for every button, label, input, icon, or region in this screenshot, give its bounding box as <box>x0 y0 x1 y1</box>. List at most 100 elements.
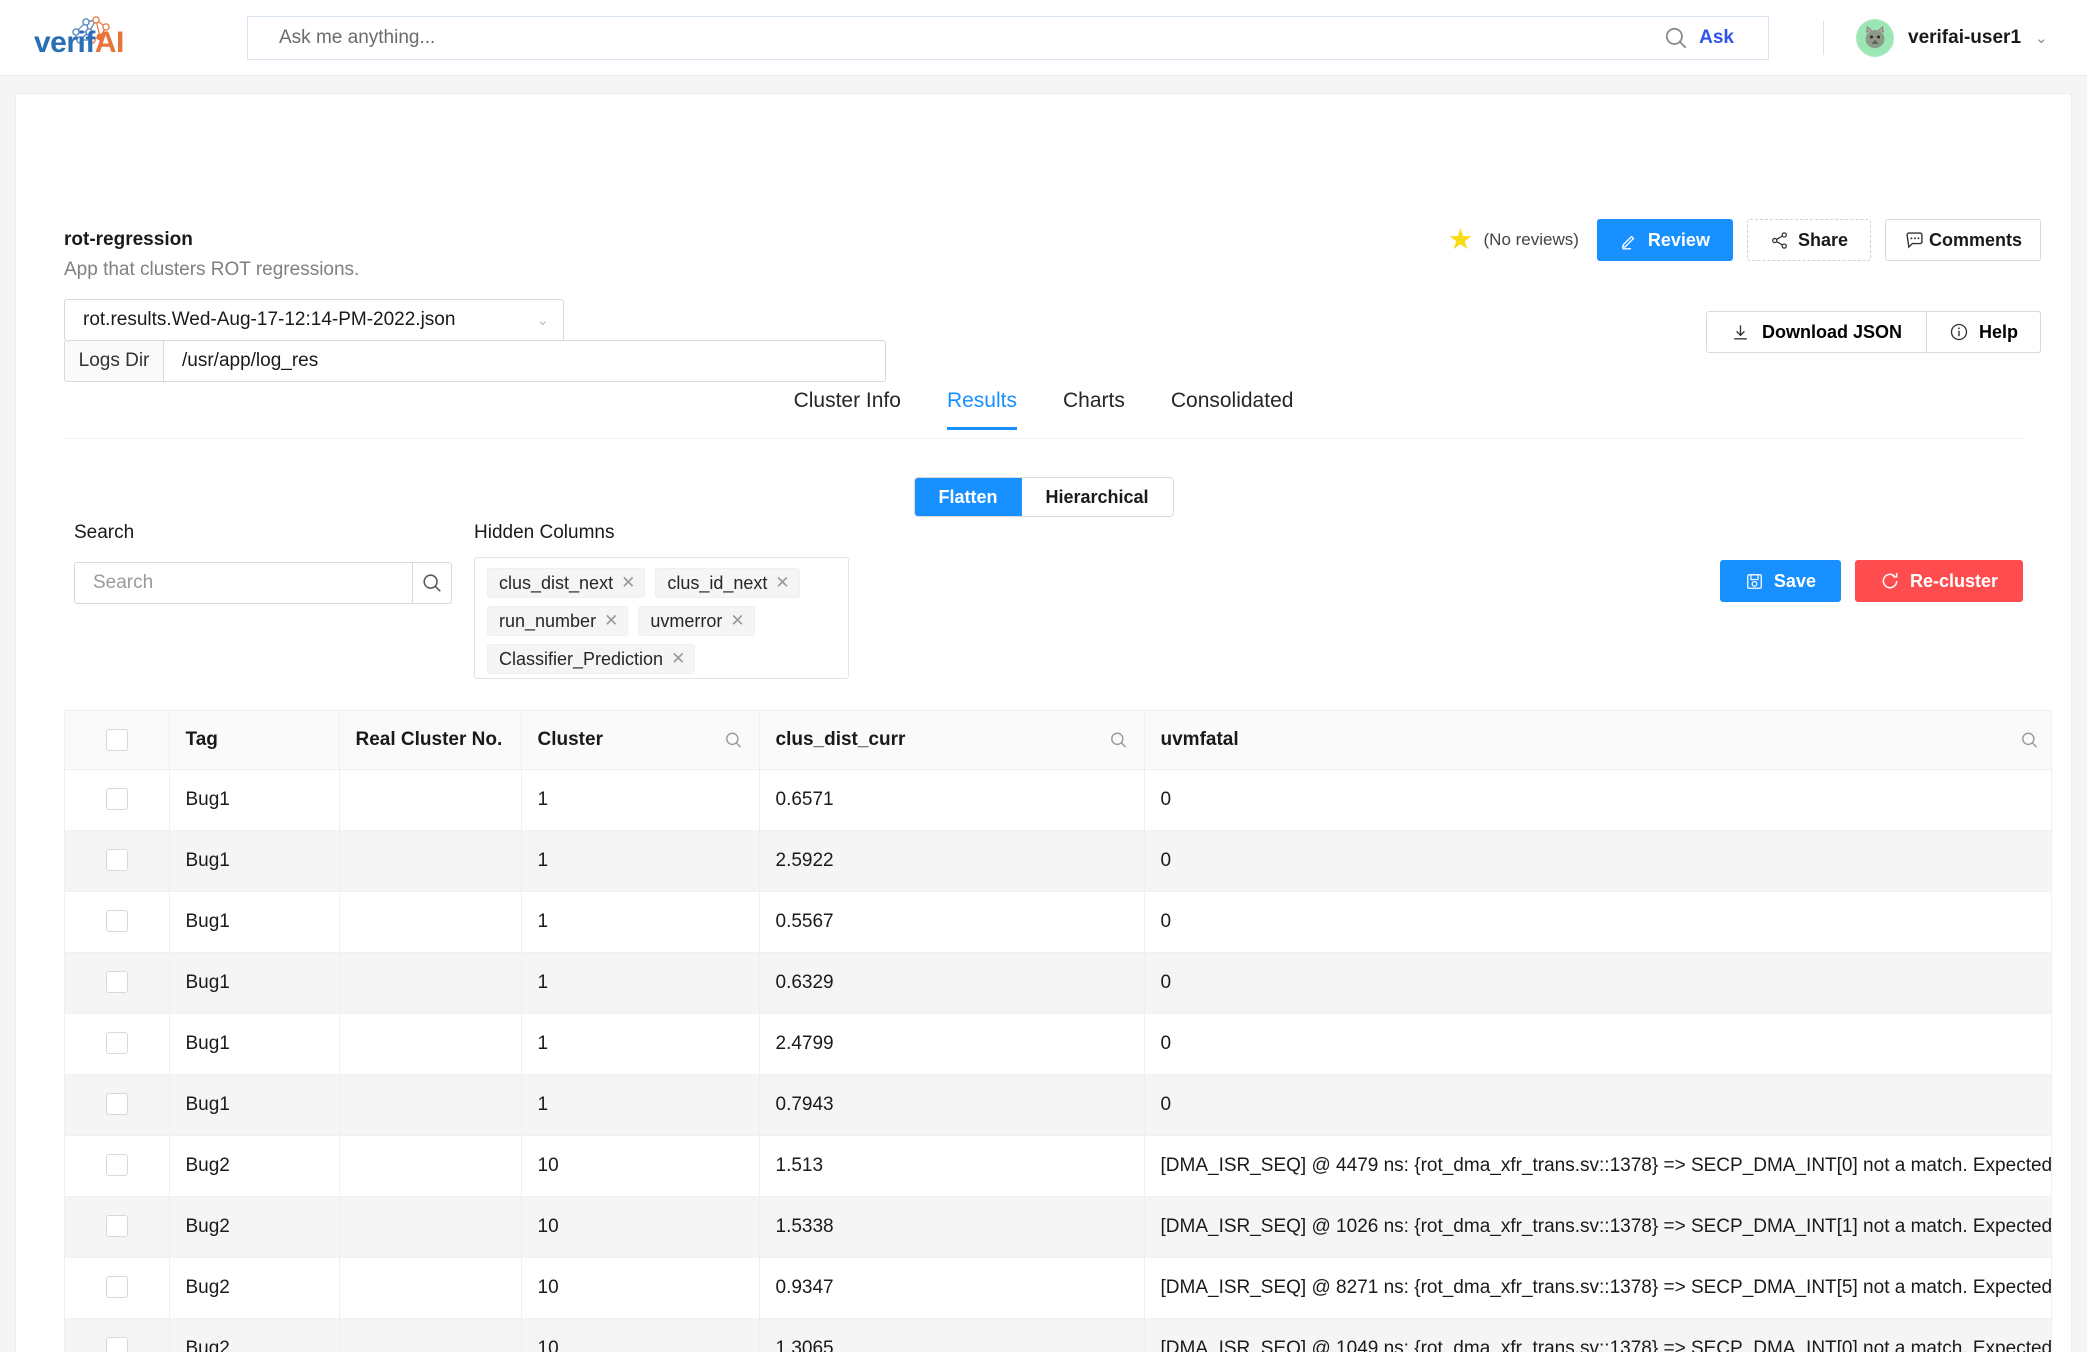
cell-tag: Bug2 <box>169 1196 340 1258</box>
ask-button-label: Ask <box>1699 26 1734 48</box>
column-search-icon[interactable] <box>724 730 743 749</box>
avatar <box>1856 18 1894 57</box>
hidden-column-tag[interactable]: clus_id_next ✕ <box>655 568 800 598</box>
column-header-cluster[interactable]: Cluster <box>521 711 760 770</box>
tab-results[interactable]: Results <box>946 389 1017 430</box>
tab-consolidated[interactable]: Consolidated <box>1171 389 1294 430</box>
hidden-column-tag[interactable]: clus_dist_next ✕ <box>487 568 646 598</box>
row-select-cell <box>65 1318 170 1352</box>
toggle-hierarchical[interactable]: Hierarchical <box>1021 478 1173 516</box>
row-checkbox[interactable] <box>105 971 128 994</box>
ask-button[interactable]: Ask <box>1663 25 1768 51</box>
cell-tag: Bug2 <box>169 1318 340 1352</box>
close-icon[interactable]: ✕ <box>730 611 744 631</box>
column-header-clus-dist-curr[interactable]: clus_dist_curr <box>759 711 1145 770</box>
logo-text-verif: verif <box>34 26 95 59</box>
cell-cluster: 10 <box>521 1196 760 1258</box>
tab-cluster-info[interactable]: Cluster Info <box>794 389 901 430</box>
hidden-columns-tag-list: clus_dist_next ✕ clus_id_next ✕ run_numb… <box>474 557 849 679</box>
results-file-select[interactable]: rot.results.Wed-Aug-17-12:14-PM-2022.jso… <box>64 299 564 341</box>
download-json-button[interactable]: Download JSON <box>1705 311 1927 353</box>
close-icon[interactable]: ✕ <box>604 611 618 631</box>
hidden-column-tag[interactable]: run_number ✕ <box>487 606 629 636</box>
column-header-tag[interactable]: Tag <box>169 711 340 770</box>
search-submit-button[interactable] <box>412 562 452 604</box>
column-header-uvmfatal[interactable]: uvmfatal <box>1144 711 2051 770</box>
row-select-cell <box>65 891 170 953</box>
verifai-logo[interactable]: verifAI <box>34 10 162 66</box>
save-button[interactable]: Save <box>1719 560 1841 602</box>
logs-dir-input[interactable] <box>164 340 886 382</box>
share-button[interactable]: Share <box>1746 219 1871 261</box>
column-header-clus-dist-curr-label: clus_dist_curr <box>775 728 906 750</box>
cat-avatar-icon <box>1858 20 1892 55</box>
column-header-real-cluster-no[interactable]: Real Cluster No. <box>339 711 522 770</box>
row-checkbox[interactable] <box>105 1337 128 1352</box>
tab-charts[interactable]: Charts <box>1063 389 1125 430</box>
results-table: Tag Real Cluster No. Cluster clus_dist_c… <box>65 711 2051 1352</box>
row-checkbox[interactable] <box>105 849 128 872</box>
close-icon[interactable]: ✕ <box>775 573 789 593</box>
table-row[interactable]: Bug1 1 0.6329 0 <box>65 952 2051 1014</box>
cell-uvmfatal: 0 <box>1144 891 2051 953</box>
cell-uvmfatal: 0 <box>1144 952 2051 1014</box>
cell-real <box>339 1257 522 1319</box>
cell-tag: Bug1 <box>169 830 340 892</box>
table-row[interactable]: Bug1 1 0.7943 0 <box>65 1074 2051 1136</box>
cell-uvmfatal: [DMA_ISR_SEQ] @ 8271 ns: {rot_dma_xfr_tr… <box>1144 1257 2051 1319</box>
row-checkbox[interactable] <box>105 910 128 933</box>
review-button-label: Review <box>1647 229 1710 250</box>
close-icon[interactable]: ✕ <box>621 573 635 593</box>
table-row[interactable]: Bug1 1 0.6571 0 <box>65 769 2051 831</box>
cell-real <box>339 1196 522 1258</box>
help-button-label: Help <box>1978 321 2018 342</box>
cell-clus-dist-curr: 1.5338 <box>759 1196 1145 1258</box>
row-checkbox[interactable] <box>105 788 128 811</box>
table-row[interactable]: Bug2 10 0.9347 [DMA_ISR_SEQ] @ 8271 ns: … <box>65 1257 2051 1319</box>
review-button[interactable]: Review <box>1596 219 1733 261</box>
share-icon <box>1772 231 1787 249</box>
row-checkbox[interactable] <box>105 1215 128 1238</box>
hidden-column-tag-label: uvmerror <box>650 610 723 631</box>
cell-real <box>339 1318 522 1352</box>
row-checkbox[interactable] <box>105 1032 128 1055</box>
table-row[interactable]: Bug1 1 2.4799 0 <box>65 1013 2051 1075</box>
hidden-column-tag[interactable]: Classifier_Prediction ✕ <box>487 644 696 674</box>
column-search-icon[interactable] <box>2020 730 2039 749</box>
cell-tag: Bug1 <box>169 891 340 953</box>
row-checkbox[interactable] <box>105 1093 128 1116</box>
table-row[interactable]: Bug1 1 2.5922 0 <box>65 830 2051 892</box>
ask-input[interactable] <box>248 26 1664 49</box>
cell-cluster: 1 <box>521 1013 760 1075</box>
search-field <box>74 562 452 604</box>
row-select-cell <box>65 1196 170 1258</box>
search-icon <box>1666 27 1687 48</box>
table-row[interactable]: Bug1 1 0.5567 0 <box>65 891 2051 953</box>
table-row[interactable]: Bug2 10 1.513 [DMA_ISR_SEQ] @ 4479 ns: {… <box>65 1135 2051 1197</box>
comments-button[interactable]: Comments <box>1884 219 2041 261</box>
user-menu[interactable]: verifai-user1 ⌄ <box>1856 18 2048 57</box>
results-table-container: Tag Real Cluster No. Cluster clus_dist_c… <box>64 710 2052 1352</box>
help-button[interactable]: Help <box>1926 311 2041 353</box>
close-icon[interactable]: ✕ <box>671 649 685 669</box>
column-search-icon[interactable] <box>1109 730 1128 749</box>
select-all-checkbox[interactable] <box>105 728 128 751</box>
cell-cluster: 10 <box>521 1318 760 1352</box>
row-checkbox[interactable] <box>105 1276 128 1299</box>
hidden-column-tag-label: clus_id_next <box>667 572 768 593</box>
column-header-uvmfatal-label: uvmfatal <box>1160 728 1239 750</box>
header-divider <box>1823 20 1824 55</box>
recluster-button[interactable]: Re-cluster <box>1854 560 2023 602</box>
column-header-cluster-label: Cluster <box>537 728 603 750</box>
cell-real <box>339 830 522 892</box>
row-checkbox[interactable] <box>105 1154 128 1177</box>
hidden-column-tag[interactable]: uvmerror ✕ <box>638 606 755 636</box>
table-row[interactable]: Bug2 10 1.5338 [DMA_ISR_SEQ] @ 1026 ns: … <box>65 1196 2051 1258</box>
toggle-flatten[interactable]: Flatten <box>914 478 1022 516</box>
hidden-column-tag-label: run_number <box>499 610 597 631</box>
cell-clus-dist-curr: 0.7943 <box>759 1074 1145 1136</box>
table-row[interactable]: Bug2 10 1.3065 [DMA_ISR_SEQ] @ 1049 ns: … <box>65 1318 2051 1352</box>
search-input[interactable] <box>74 562 412 604</box>
cell-clus-dist-curr: 2.5922 <box>759 830 1145 892</box>
column-header-select-all <box>65 711 170 770</box>
